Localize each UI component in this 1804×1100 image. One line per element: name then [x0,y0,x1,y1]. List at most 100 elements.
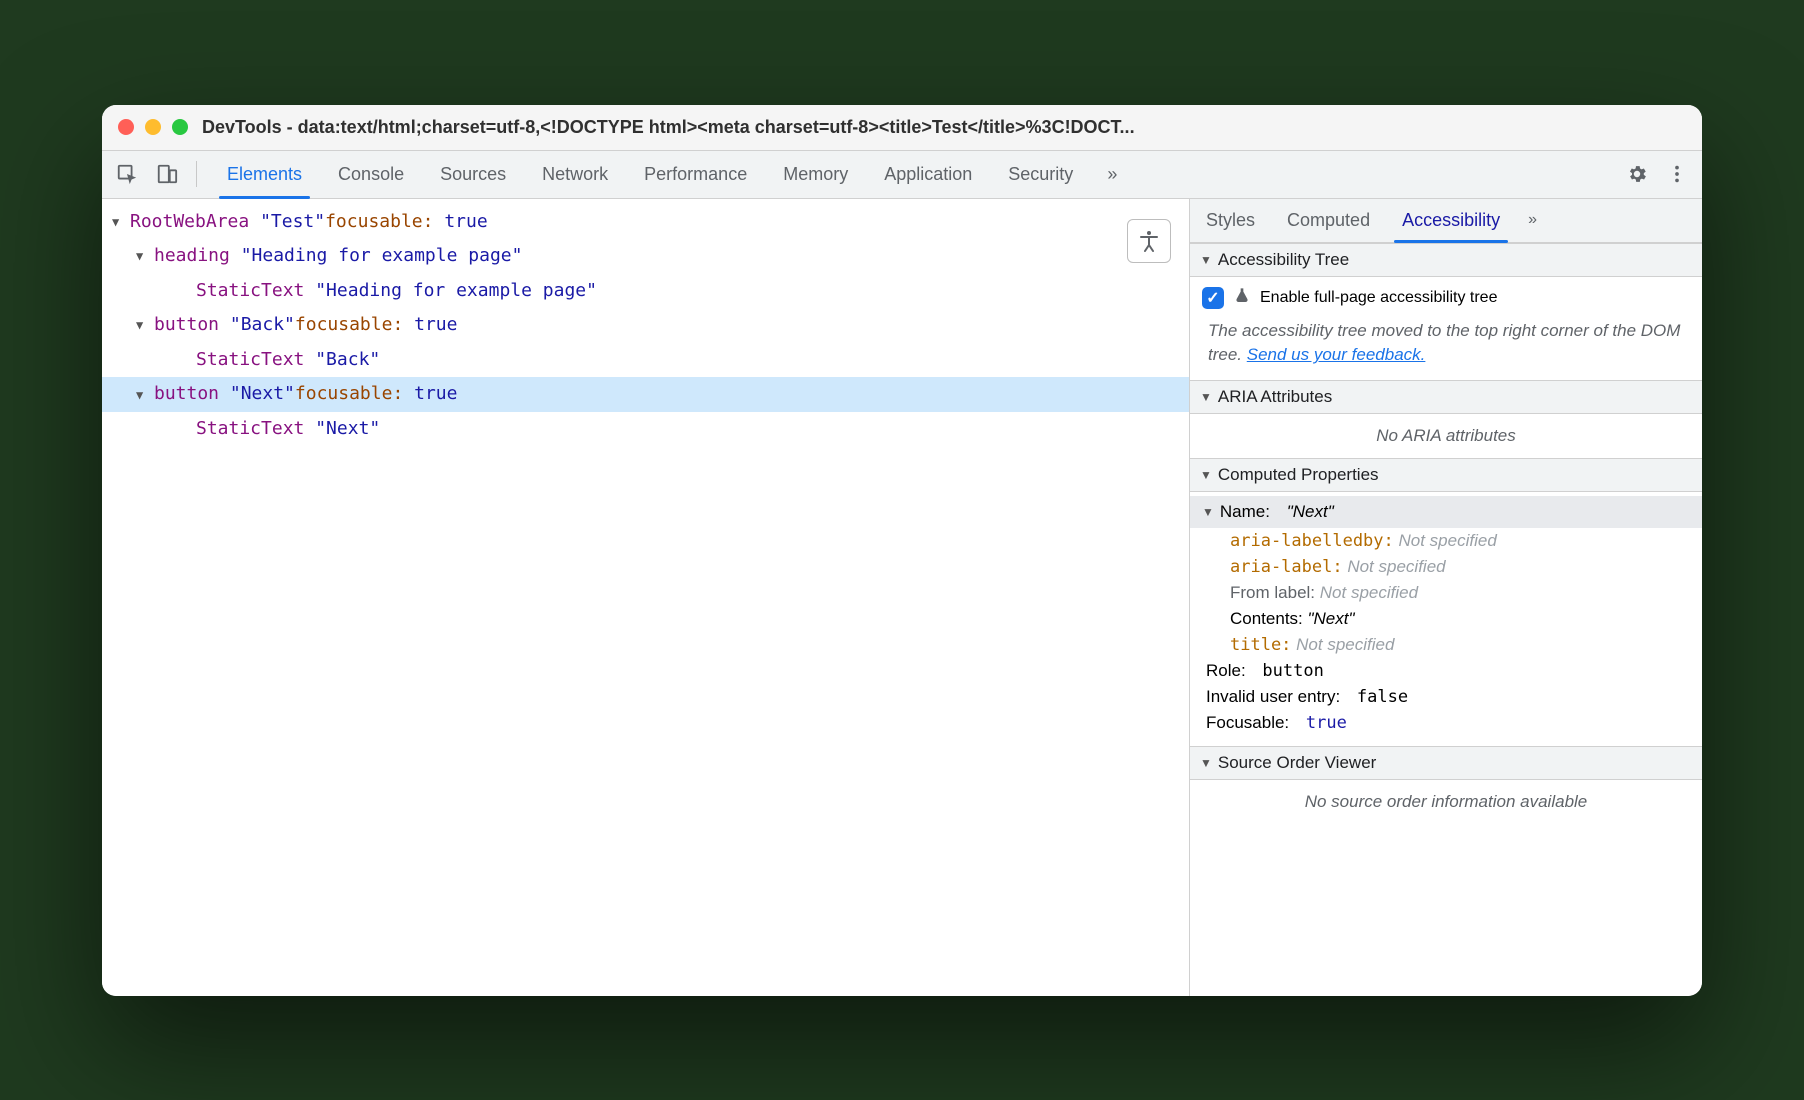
tree-role: StaticText [196,345,304,376]
close-icon[interactable] [118,119,134,135]
body: ▼RootWebArea "Test" focusable: true▼head… [102,199,1702,996]
tree-prop: focusable: [295,379,403,410]
computed-source-key: aria-labelledby: [1230,531,1394,551]
enable-full-tree-checkbox[interactable]: ✓ [1202,287,1224,309]
tree-name: "Heading for example page" [315,276,597,307]
sidebar-tab-computed[interactable]: Computed [1271,199,1386,242]
computed-name-source-row: aria-labelledby: Not specified [1190,528,1702,554]
device-toggle-icon[interactable] [150,157,184,191]
tree-hint: The accessibility tree moved to the top … [1190,319,1702,380]
inspect-icon[interactable] [110,157,144,191]
tree-role: StaticText [196,276,304,307]
tree-row[interactable]: StaticText "Next" [102,412,1189,447]
computed-focusable-label: Focusable: [1206,713,1289,733]
zoom-icon[interactable] [172,119,188,135]
aria-empty: No ARIA attributes [1190,414,1702,458]
tree-row[interactable]: ▼RootWebArea "Test" focusable: true [102,205,1189,240]
more-sidebar-tabs-icon[interactable]: » [1516,199,1549,242]
tree-role: RootWebArea [130,207,249,238]
section-title: Accessibility Tree [1218,250,1349,270]
computed-focusable-value: true [1306,713,1347,733]
chevron-down-icon: ▼ [1200,756,1212,770]
enable-full-tree-label: Enable full-page accessibility tree [1260,289,1497,307]
tree-name: "Next" [315,414,380,445]
computed-source-key: From label: [1230,583,1315,602]
disclosure-icon[interactable]: ▼ [112,212,126,232]
section-title: Computed Properties [1218,465,1379,485]
computed-invalid-value: false [1357,687,1408,707]
more-tabs-icon[interactable]: » [1097,164,1127,185]
tree-prop: focusable: [295,310,403,341]
tree-role: heading [154,241,230,272]
chevron-down-icon: ▼ [1200,468,1212,482]
computed-source-value: Not specified [1347,557,1445,576]
tree-value: true [414,379,457,410]
sidebar-tab-styles[interactable]: Styles [1190,199,1271,242]
tree-row[interactable]: ▼button "Back" focusable: true [102,308,1189,343]
section-title: Source Order Viewer [1218,753,1376,773]
tree-name: "Back" [230,310,295,341]
chevron-down-icon: ▼ [1200,253,1212,267]
tree-row[interactable]: ▼button "Next" focusable: true [102,377,1189,412]
computed-name-source-row: Contents: "Next" [1190,606,1702,632]
computed-name-source-row: title: Not specified [1190,632,1702,658]
tab-elements[interactable]: Elements [209,151,320,198]
computed-role-row: Role: button [1190,658,1702,684]
kebab-icon[interactable] [1660,157,1694,191]
section-title: ARIA Attributes [1218,387,1332,407]
disclosure-icon[interactable]: ▼ [136,385,150,405]
tree-value: true [444,207,487,238]
computed-name-source-row: From label: Not specified [1190,580,1702,606]
chevron-down-icon: ▼ [1202,505,1214,519]
tree-row[interactable]: StaticText "Back" [102,343,1189,378]
traffic-lights [118,119,188,135]
sidebar-tab-accessibility[interactable]: Accessibility [1386,199,1516,242]
computed-invalid-label: Invalid user entry: [1206,687,1340,707]
tree-role: button [154,379,219,410]
window-title: DevTools - data:text/html;charset=utf-8,… [202,117,1135,138]
section-accessibility-tree[interactable]: ▼ Accessibility Tree [1190,243,1702,277]
titlebar: DevTools - data:text/html;charset=utf-8,… [102,105,1702,151]
disclosure-icon[interactable]: ▼ [136,315,150,335]
tab-performance[interactable]: Performance [626,151,765,198]
divider [196,161,197,187]
tab-sources[interactable]: Sources [422,151,524,198]
tab-network[interactable]: Network [524,151,626,198]
experiment-icon [1234,287,1250,308]
section-source-order[interactable]: ▼ Source Order Viewer [1190,746,1702,780]
computed-name-row[interactable]: ▼ Name: "Next" [1190,496,1702,528]
tree-row[interactable]: StaticText "Heading for example page" [102,274,1189,309]
sidebar: StylesComputedAccessibility» ▼ Accessibi… [1189,199,1702,996]
computed-source-key: title: [1230,635,1291,655]
disclosure-icon[interactable]: ▼ [136,246,150,266]
computed-name-label: Name: [1220,502,1270,522]
accessibility-icon[interactable] [1127,219,1171,263]
tree-prop: focusable: [325,207,433,238]
computed-name-source-row: aria-label: Not specified [1190,554,1702,580]
tab-application[interactable]: Application [866,151,990,198]
computed-role-value: button [1262,661,1323,681]
tree-value: true [414,310,457,341]
section-computed-properties[interactable]: ▼ Computed Properties [1190,458,1702,492]
tab-security[interactable]: Security [990,151,1091,198]
tree-role: StaticText [196,414,304,445]
computed-source-value: Not specified [1399,531,1497,550]
section-aria-attributes[interactable]: ▼ ARIA Attributes [1190,380,1702,414]
chevron-down-icon: ▼ [1200,390,1212,404]
tree-row[interactable]: ▼heading "Heading for example page" [102,239,1189,274]
main-tabs: ElementsConsoleSourcesNetworkPerformance… [209,151,1091,198]
computed-source-key: aria-label: [1230,557,1343,577]
minimize-icon[interactable] [145,119,161,135]
computed-source-key: Contents: [1230,609,1303,628]
tree-name: "Test" [260,207,325,238]
computed-focusable-row: Focusable: true [1190,710,1702,736]
tab-console[interactable]: Console [320,151,422,198]
accessibility-tree-pane: ▼RootWebArea "Test" focusable: true▼head… [102,199,1189,996]
tab-memory[interactable]: Memory [765,151,866,198]
tree-role: button [154,310,219,341]
tree-name: "Back" [315,345,380,376]
source-order-empty: No source order information available [1190,780,1702,824]
gear-icon[interactable] [1620,157,1654,191]
feedback-link[interactable]: Send us your feedback. [1247,345,1426,364]
computed-name-value: "Next" [1287,502,1334,522]
